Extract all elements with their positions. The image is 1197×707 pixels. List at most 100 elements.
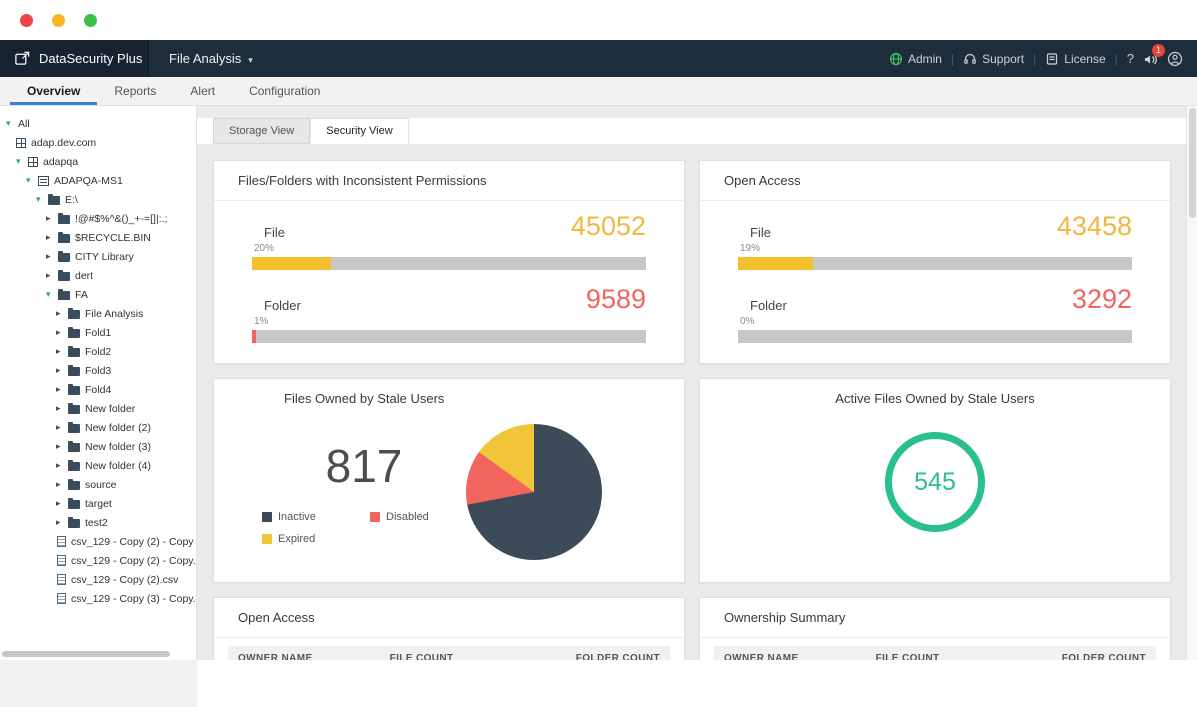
tree-item-label: csv_129 - Copy (2) - Copy - Cop (71, 536, 196, 548)
chevron-down-icon (248, 51, 253, 66)
tree-item-icon (57, 536, 66, 547)
account-button[interactable] (1167, 51, 1183, 67)
tree-expand-arrow-icon[interactable] (56, 513, 68, 532)
card-title: Active Files Owned by Stale Users (700, 379, 1170, 418)
progress-bar (252, 330, 646, 343)
window-maximize-button[interactable] (84, 14, 97, 27)
support-link[interactable]: Support (963, 52, 1024, 66)
tree-expand-arrow-icon[interactable] (56, 342, 68, 361)
help-button[interactable]: ? (1127, 51, 1134, 66)
tree-item[interactable]: New folder (4) (0, 456, 196, 475)
progress-bar-fill (738, 257, 813, 270)
tree-item[interactable]: csv_129 - Copy (2).csv (0, 570, 196, 589)
pie-legend: Inactive Disabled (262, 511, 466, 545)
card-body: 817 Inactive (214, 418, 684, 582)
tree-expand-arrow-icon[interactable] (46, 228, 58, 247)
window-minimize-button[interactable] (52, 14, 65, 27)
app-logo[interactable]: DataSecurity Plus (0, 40, 148, 77)
tree-item[interactable]: !@#$%^&()_+-=[]|:.; (0, 209, 196, 228)
tree-item[interactable]: ADAPQA-MS1 (0, 171, 196, 190)
main-scrollbar-thumb[interactable] (1189, 108, 1196, 218)
module-selector[interactable]: File Analysis (148, 40, 273, 77)
tree-expand-arrow-icon[interactable] (56, 475, 68, 494)
tree-item[interactable]: New folder (3) (0, 437, 196, 456)
tab-overview[interactable]: Overview (10, 77, 97, 105)
tree-expand-arrow-icon[interactable] (26, 171, 38, 190)
tree-expand-arrow-icon[interactable] (56, 323, 68, 342)
tree-item-icon (68, 481, 80, 490)
tree-expand-arrow-icon[interactable] (46, 266, 58, 285)
tree-expand-arrow-icon[interactable] (56, 437, 68, 456)
tree-item[interactable]: All (0, 114, 196, 133)
card-title: Files/Folders with Inconsistent Permissi… (214, 161, 684, 201)
tree-item[interactable]: source (0, 475, 196, 494)
tree-item-label: New folder (4) (85, 460, 151, 472)
tree-expand-arrow-icon[interactable] (36, 190, 48, 209)
tree-item-label: File Analysis (85, 308, 143, 320)
separator (1115, 52, 1118, 66)
tree-item[interactable]: test2 (0, 513, 196, 532)
tree-item[interactable]: dert (0, 266, 196, 285)
tree-item-icon (68, 386, 80, 395)
tab-configuration[interactable]: Configuration (232, 77, 337, 105)
stat-label: File (264, 225, 285, 240)
tree-item-label: Fold4 (85, 384, 111, 396)
legend-swatch (262, 512, 272, 522)
tree-expand-arrow-icon[interactable] (56, 304, 68, 323)
legend-swatch (262, 534, 272, 544)
tree-item[interactable]: Fold3 (0, 361, 196, 380)
admin-link[interactable]: Admin (889, 52, 942, 66)
card-body: 545 (700, 418, 1170, 560)
tree-item[interactable]: csv_129 - Copy (2) - Copy.csv (0, 551, 196, 570)
separator (1033, 52, 1036, 66)
tree-expand-arrow-icon[interactable] (56, 418, 68, 437)
sidebar-horizontal-scrollbar[interactable] (2, 651, 170, 657)
tree-item-icon (58, 291, 70, 300)
tree-item[interactable]: adap.dev.com (0, 133, 196, 152)
main-scrollbar[interactable] (1186, 106, 1197, 660)
tree-item[interactable]: $RECYCLE.BIN (0, 228, 196, 247)
tree-item[interactable]: csv_129 - Copy (2) - Copy - Cop (0, 532, 196, 551)
app-header: DataSecurity Plus File Analysis Admin Su… (0, 40, 1197, 77)
tree-item[interactable]: New folder (0, 399, 196, 418)
tree-expand-arrow-icon[interactable] (56, 494, 68, 513)
active-stale-users-value: 545 (914, 468, 956, 497)
tab-reports[interactable]: Reports (97, 77, 173, 105)
tree-item-label: CITY Library (75, 251, 134, 263)
tree-item[interactable]: File Analysis (0, 304, 196, 323)
tree-expand-arrow-icon[interactable] (56, 361, 68, 380)
window-close-button[interactable] (20, 14, 33, 27)
notifications-button[interactable]: 1 (1143, 52, 1158, 66)
tree-item[interactable]: Fold4 (0, 380, 196, 399)
tree-item[interactable]: CITY Library (0, 247, 196, 266)
stat-value: 3292 (1072, 286, 1132, 313)
tree-expand-arrow-icon[interactable] (56, 380, 68, 399)
support-label: Support (982, 52, 1024, 66)
tree-expand-arrow-icon[interactable] (46, 285, 58, 304)
tree-item[interactable]: New folder (2) (0, 418, 196, 437)
tree-item[interactable]: adapqa (0, 152, 196, 171)
tree-expand-arrow-icon[interactable] (6, 114, 18, 133)
tab-security-view[interactable]: Security View (310, 118, 408, 144)
tree-list: All adap.dev.com adapqa (0, 114, 196, 608)
tree-expand-arrow-icon[interactable] (16, 152, 28, 171)
stat-value: 9589 (586, 286, 646, 313)
tree-item[interactable]: Fold2 (0, 342, 196, 361)
tree-item[interactable]: Fold1 (0, 323, 196, 342)
license-link[interactable]: License (1045, 52, 1105, 66)
tree-item[interactable]: FA (0, 285, 196, 304)
tree-expand-arrow-icon[interactable] (46, 209, 58, 228)
tree-expand-arrow-icon[interactable] (46, 247, 58, 266)
license-icon (1045, 52, 1059, 66)
tree-item[interactable]: E:\ (0, 190, 196, 209)
tree-item[interactable]: csv_129 - Copy (3) - Copy.csv (0, 589, 196, 608)
tab-alert[interactable]: Alert (173, 77, 232, 105)
table-column-header: FILE COUNT (380, 646, 566, 660)
tree-expand-arrow-icon[interactable] (56, 456, 68, 475)
tree-item[interactable]: target (0, 494, 196, 513)
tab-storage-view[interactable]: Storage View (213, 118, 310, 144)
body-row: All adap.dev.com adapqa (0, 106, 1197, 660)
tree-expand-arrow-icon[interactable] (56, 399, 68, 418)
tree-item-icon (68, 405, 80, 414)
card-inconsistent-permissions: Files/Folders with Inconsistent Permissi… (213, 160, 685, 364)
